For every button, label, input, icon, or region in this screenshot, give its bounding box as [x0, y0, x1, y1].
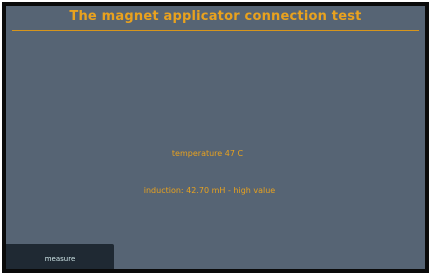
page-title: The magnet applicator connection test [69, 9, 362, 24]
title-divider [12, 30, 419, 31]
test-screen: The magnet applicator connection test te… [6, 6, 425, 269]
monitor-frame: The magnet applicator connection test te… [2, 2, 429, 273]
temperature-readout: temperature 47 C [171, 149, 244, 158]
induction-readout: induction: 42.70 mH - high value [143, 186, 276, 195]
measure-button[interactable]: measure [6, 244, 114, 269]
